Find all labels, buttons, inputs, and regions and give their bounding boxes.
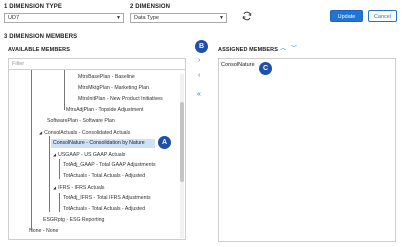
tree-node-selected[interactable]: ConsolNature - Consolidation by Nature <box>51 139 155 148</box>
callout-badge-a: A <box>158 136 171 149</box>
callout-badge-c: C <box>259 62 272 75</box>
tree-node[interactable]: MtrsInitPlan - New Product Initiatives <box>76 95 165 104</box>
filter-placeholder: Filter <box>12 61 25 67</box>
chevron-down-icon: ▼ <box>219 15 224 21</box>
tree-node[interactable]: TotAdj_GAAP - Total GAAP Adjustments <box>61 161 158 170</box>
remove-all-arrow-icon[interactable]: « <box>197 91 201 99</box>
assigned-member-item[interactable]: ConsolNature <box>221 61 255 69</box>
tree-connector <box>31 70 32 230</box>
callout-badge-b: B <box>195 40 208 53</box>
tree-node[interactable]: ESGRptg - ESG Reporting <box>41 216 106 225</box>
tree-node[interactable]: TotActuals - Total Actuals - Adjusted <box>61 205 147 214</box>
dimension-label: 2 DIMENSION <box>130 4 171 10</box>
tree-scrollbar[interactable] <box>180 74 184 238</box>
tree-node[interactable]: ◢ USGAAP - US GAAP Actuals <box>51 150 127 159</box>
tree-node[interactable]: MtrsAdjPlan - Topside Adjustment <box>64 106 145 115</box>
expand-triangle-icon[interactable]: ◢ <box>53 183 56 192</box>
expand-triangle-icon[interactable]: ◢ <box>39 128 42 137</box>
expand-triangle-icon[interactable]: ◢ <box>53 150 56 159</box>
dimension-type-label: 1 DIMENSION TYPE <box>4 4 62 10</box>
tree-node[interactable]: None - None <box>27 227 60 236</box>
available-members-tree[interactable]: MtrsBasePlan - Baseline MtrsMktgPlan - M… <box>8 70 186 240</box>
tree-node[interactable]: ◢ IFRS - IFRS Actuals <box>51 183 107 192</box>
tree-connector <box>49 136 50 212</box>
dimension-type-value: UD7 <box>8 15 20 21</box>
available-members-label: AVAILABLE MEMBERS <box>8 47 70 53</box>
refresh-icon[interactable] <box>241 10 253 22</box>
tree-node[interactable]: TotActuals - Total Actuals - Adjusted <box>61 172 147 181</box>
dimension-select[interactable]: Data Type ▼ <box>130 13 227 23</box>
dimension-type-select[interactable]: UD7 ▼ <box>4 13 124 23</box>
tree-node[interactable]: ◢ ConsolActuals - Consolidated Actuals <box>37 128 132 137</box>
tree-node[interactable]: MtrsBasePlan - Baseline <box>76 73 137 82</box>
tree-connector <box>64 70 65 110</box>
assigned-members-list[interactable]: ConsolNature <box>218 58 396 242</box>
tree-node[interactable]: MtrsMktgPlan - Marketing Plan <box>76 84 151 93</box>
filter-input[interactable]: Filter <box>8 58 186 70</box>
tree-connector <box>59 193 60 212</box>
chevron-up-icon[interactable]: ︿ <box>280 46 286 52</box>
add-arrow-icon[interactable]: › <box>198 57 200 65</box>
members-section-label: 3 DIMENSION MEMBERS <box>4 34 78 40</box>
cancel-button[interactable]: Cancel <box>368 10 397 22</box>
scrollbar-thumb[interactable] <box>180 102 184 182</box>
tree-node[interactable]: TotAdj_IFRS - Total IFRS Adjustments <box>61 194 153 203</box>
dimension-value: Data Type <box>134 15 159 21</box>
tree-connector <box>59 159 60 179</box>
chevron-down-icon[interactable]: ﹀ <box>291 46 297 52</box>
assigned-members-label: ASSIGNED MEMBERS <box>218 47 278 53</box>
tree-node[interactable]: SoftwarePlan - Software Plan <box>45 117 117 126</box>
remove-arrow-icon[interactable]: ‹ <box>198 72 200 80</box>
update-button[interactable]: Update <box>330 10 363 22</box>
chevron-down-icon: ▼ <box>116 15 121 21</box>
